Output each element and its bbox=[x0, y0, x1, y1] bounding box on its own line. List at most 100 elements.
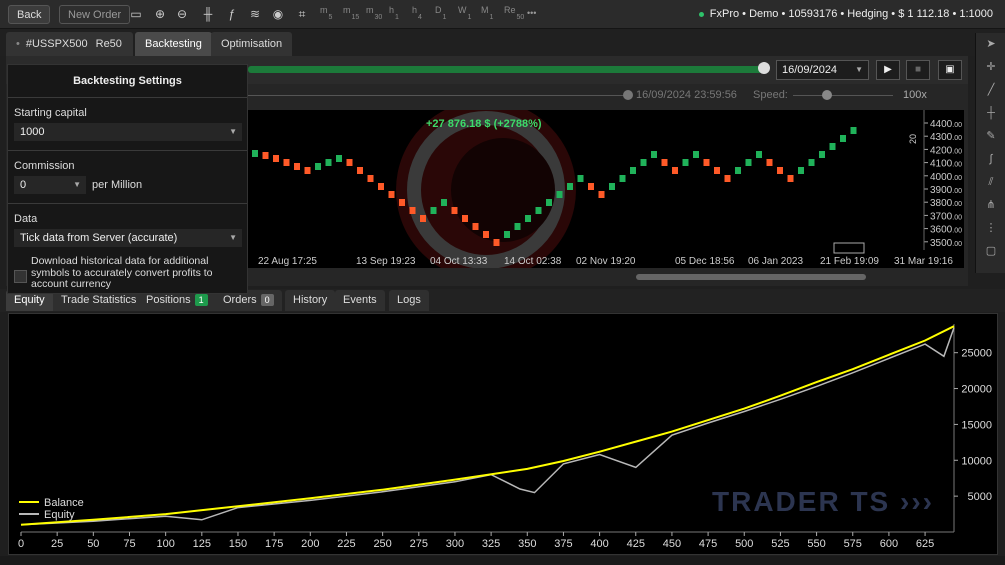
price-tick-decimals: .00 bbox=[952, 214, 962, 221]
chart-settings-icon[interactable]: ⌗ bbox=[294, 6, 310, 22]
layout-icon[interactable]: ▭ bbox=[128, 6, 144, 22]
renko-brick-up bbox=[609, 183, 615, 190]
progress-track[interactable] bbox=[248, 66, 768, 73]
chevron-down-icon: ▼ bbox=[229, 127, 237, 136]
symbol-tab[interactable]: • #USSPX500 Re50 bbox=[6, 32, 133, 56]
renko-brick-down bbox=[766, 159, 773, 166]
time-tick-label: 06 Jan 2023 bbox=[748, 256, 803, 267]
timeframe-button[interactable]: h4 bbox=[412, 5, 422, 21]
renko-brick-up bbox=[651, 151, 657, 158]
data-source-select[interactable]: Tick data from Server (accurate) ▼ bbox=[14, 229, 242, 247]
zoom-out-icon[interactable]: ⊖ bbox=[174, 6, 190, 22]
time-cursor-box[interactable] bbox=[833, 242, 865, 254]
end-date-select[interactable]: 16/09/2024 ▼ bbox=[776, 60, 869, 80]
starting-capital-field[interactable]: 1000 ▼ bbox=[14, 123, 242, 141]
cursor-icon[interactable]: ➤ bbox=[976, 33, 1005, 56]
equity-svg: 0 25 50 75 100 125 150 175 200 225 250 275 300 325 350… bbox=[18, 324, 992, 550]
progress-handle[interactable] bbox=[758, 62, 770, 74]
x-tick-label: 400 bbox=[590, 538, 608, 550]
price-tick-decimals: .00 bbox=[952, 228, 962, 235]
renko-brick-up bbox=[504, 231, 510, 238]
symbol-label: #USSPX500 bbox=[25, 38, 88, 50]
tab-history[interactable]: History bbox=[285, 290, 336, 311]
pitchfork-icon[interactable]: ⋔ bbox=[976, 194, 1005, 217]
account-info[interactable]: FxPro • Demo • 10593176 • Hedging • $ 1 … bbox=[698, 8, 993, 20]
y-tick-label: 5000 bbox=[968, 491, 992, 503]
x-tick-label: 150 bbox=[229, 538, 247, 550]
renko-brick-down bbox=[357, 167, 363, 174]
timeframe-letter: h bbox=[389, 5, 395, 15]
trendline-icon[interactable]: ╱ bbox=[976, 79, 1005, 102]
drawing-tools: ➤ ✛ ╱ ┼ ✎ ∫ ⫽ ⋔ ⋮ ▢ bbox=[975, 33, 1005, 273]
chevron-down-icon: ▼ bbox=[229, 233, 237, 242]
stop-button[interactable]: ■ bbox=[906, 60, 930, 80]
speed-slider[interactable] bbox=[822, 90, 832, 100]
download-checkbox[interactable] bbox=[14, 270, 27, 283]
tab-logs[interactable]: Logs bbox=[389, 290, 429, 311]
renko-brick-down bbox=[346, 159, 353, 166]
timeframe-number: 50 bbox=[516, 14, 525, 21]
x-tick-label: 275 bbox=[410, 538, 428, 550]
chart-type-icon[interactable]: ╫ bbox=[200, 6, 216, 22]
x-tick-label: 525 bbox=[771, 538, 789, 550]
timeframe-button[interactable]: W1 bbox=[458, 5, 471, 21]
legend-label: Equity bbox=[44, 509, 75, 521]
equity-chart[interactable]: 0 25 50 75 100 125 150 175 200 225 250 275 300 325 350… bbox=[8, 313, 998, 555]
renko-brick-up bbox=[546, 199, 552, 206]
horizontal-line-icon[interactable]: ┼ bbox=[976, 102, 1005, 125]
indicator-icon[interactable]: ƒ bbox=[224, 6, 240, 22]
layers-icon[interactable]: ≋ bbox=[247, 6, 263, 22]
x-tick-label: 325 bbox=[482, 538, 500, 550]
renko-brick-up bbox=[325, 159, 332, 166]
renko-brick-down bbox=[483, 231, 489, 238]
price-tick-decimals: .00 bbox=[952, 201, 962, 208]
tab-backtesting[interactable]: Backtesting bbox=[135, 32, 212, 56]
grid-icon[interactable]: ⋮ bbox=[976, 217, 1005, 240]
time-handle[interactable] bbox=[623, 90, 633, 100]
timeframe-button[interactable]: m30 bbox=[366, 5, 382, 21]
renko-brick-up bbox=[535, 207, 542, 214]
divider bbox=[8, 150, 247, 151]
timeframe-button[interactable]: h1 bbox=[389, 5, 399, 21]
timeframe-letter: m bbox=[366, 5, 374, 15]
zoom-in-icon[interactable]: ⊕ bbox=[152, 6, 168, 22]
y-tick-label: 15000 bbox=[961, 419, 992, 431]
play-button[interactable]: ▶ bbox=[876, 60, 900, 80]
timeframe-button[interactable]: m15 bbox=[343, 5, 359, 21]
fibonacci-icon[interactable]: ⫽ bbox=[976, 171, 1005, 194]
timeframe-letter: D bbox=[435, 5, 442, 15]
timeframe-button[interactable]: D1 bbox=[435, 5, 446, 21]
save-icon[interactable]: ▣ bbox=[938, 60, 962, 80]
eye-icon[interactable]: ◉ bbox=[270, 6, 286, 22]
tab-optimisation[interactable]: Optimisation bbox=[211, 32, 293, 56]
speed-label: Speed: bbox=[753, 89, 788, 101]
curve-icon[interactable]: ∫ bbox=[976, 148, 1005, 171]
renko-brick-down bbox=[777, 167, 783, 174]
y-tick-label: 25000 bbox=[961, 348, 992, 360]
timeframe-button[interactable]: M1 bbox=[481, 5, 493, 21]
tab-events[interactable]: Events bbox=[335, 290, 385, 311]
speed-track[interactable] bbox=[793, 95, 893, 96]
renko-chart[interactable]: 4400.00 4300.00 4200.00 4100.00 4000.00 3900.… bbox=[248, 110, 964, 268]
orders-label: Orders bbox=[223, 294, 257, 306]
price-tick-decimals: .00 bbox=[952, 135, 962, 142]
chart-scrollbar[interactable] bbox=[636, 274, 866, 280]
legend-label: Balance bbox=[44, 497, 84, 509]
new-order-button[interactable]: New Order bbox=[59, 5, 131, 24]
renko-brick-up bbox=[682, 159, 689, 166]
back-button[interactable]: Back bbox=[8, 5, 51, 24]
x-tick-label: 375 bbox=[554, 538, 572, 550]
crosshair-icon[interactable]: ✛ bbox=[976, 56, 1005, 79]
data-label: Data bbox=[14, 213, 38, 225]
status-strip bbox=[0, 556, 1005, 565]
timeframe-button[interactable]: m5 bbox=[320, 5, 332, 21]
renko-brick-down bbox=[273, 155, 279, 162]
pencil-icon[interactable]: ✎ bbox=[976, 125, 1005, 148]
more-button[interactable]: ••• bbox=[527, 8, 536, 18]
renko-brick-up bbox=[840, 135, 846, 142]
timeframe-button[interactable]: Re50 bbox=[504, 5, 524, 21]
rectangle-icon[interactable]: ▢ bbox=[976, 240, 1005, 263]
commission-field[interactable]: 0 ▼ bbox=[14, 176, 86, 194]
time-tick-label: 21 Feb 19:09 bbox=[820, 256, 879, 267]
y-tick-label: 20000 bbox=[961, 384, 992, 396]
